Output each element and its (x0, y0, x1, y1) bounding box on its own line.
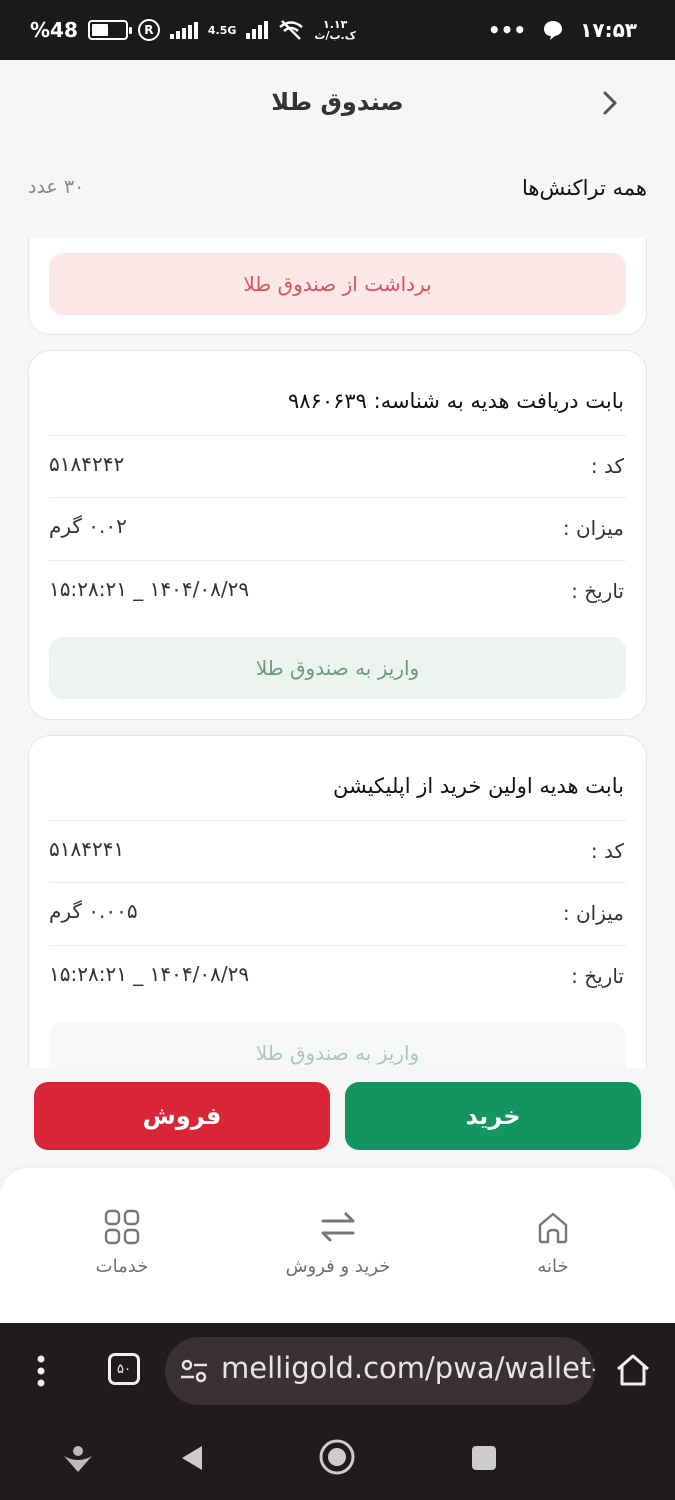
url-text: melligold.com/pwa/wallet- (221, 1351, 595, 1385)
signal-icon (169, 21, 198, 39)
bottom-navigation: خانه خرید و فروش خدمات (0, 1168, 675, 1323)
home-icon (538, 1212, 568, 1244)
swap-arrows-icon (321, 1212, 355, 1242)
battery-icon (87, 20, 132, 40)
code-label: کد : (590, 454, 624, 478)
amount-value: ۰.۰۲ گرم (49, 514, 127, 538)
nav-services-label: خدمات (95, 1256, 149, 1277)
amount-value: ۰.۰۰۵ گرم (49, 899, 138, 923)
code-value: ۵۱۸۴۲۴۲ (49, 452, 125, 476)
nav-trade-label: خرید و فروش (285, 1256, 391, 1277)
amount-label: میزان : (562, 901, 624, 925)
transaction-card: برداشت از صندوق طلا (28, 238, 647, 335)
transactions-count: ۳۰ عدد (28, 176, 85, 198)
amount-row: میزان : ۰.۰۰۵ گرم (49, 882, 626, 944)
code-row: کد : ۵۱۸۴۲۴۱ (49, 820, 626, 882)
date-label: تاریخ : (571, 964, 624, 988)
code-label: کد : (590, 839, 624, 863)
withdraw-button[interactable]: برداشت از صندوق طلا (49, 253, 626, 315)
tab-count: ۵۰ (117, 1361, 131, 1377)
signal-icon-2 (246, 21, 269, 39)
code-value: ۵۱۸۴۲۴۱ (49, 837, 125, 861)
status-left: %48 R 4.5G ۱.۱۳ ک.ب/ث (30, 18, 356, 42)
assistant-icon[interactable] (62, 1442, 94, 1474)
buy-button[interactable]: خرید (345, 1082, 641, 1150)
deposit-button[interactable]: واریز به صندوق طلا (49, 1022, 626, 1068)
transaction-card: بابت هدیه اولین خرید از اپلیکیشن کد : ۵۱… (28, 735, 647, 1068)
tab-switcher-button[interactable]: ۵۰ (108, 1353, 140, 1385)
date-label: تاریخ : (571, 579, 624, 603)
deposit-button[interactable]: واریز به صندوق طلا (49, 637, 626, 699)
address-bar[interactable]: melligold.com/pwa/wallet- (165, 1337, 595, 1405)
date-value: ۱۴۰۴/۰۸/۲۹ _ ۱۵:۲۸:۲۱ (49, 577, 250, 601)
app-header: صندوق طلا (0, 60, 675, 148)
transactions-list[interactable]: برداشت از صندوق طلا بابت دریافت هدیه به … (0, 238, 675, 1068)
home-page-icon[interactable] (614, 1351, 652, 1389)
chat-bubble-icon (544, 21, 563, 40)
status-right: ••• ۱۷:۵۳ (488, 18, 637, 42)
site-settings-icon[interactable] (179, 1357, 209, 1385)
amount-label: میزان : (562, 516, 624, 540)
network-type: 4.5G (207, 23, 237, 37)
status-bar: %48 R 4.5G ۱.۱۳ ک.ب/ث ••• ۱۷:۵۳ (0, 0, 675, 60)
wifi-off-icon (279, 20, 304, 40)
transaction-title: بابت دریافت هدیه به شناسه: ۹۸۶۰۶۳۹ (287, 389, 624, 413)
date-row: تاریخ : ۱۴۰۴/۰۸/۲۹ _ ۱۵:۲۸:۲۱ (49, 945, 626, 1007)
home-circle-icon[interactable] (318, 1438, 356, 1476)
date-value: ۱۴۰۴/۰۸/۲۹ _ ۱۵:۲۸:۲۱ (49, 962, 250, 986)
system-navigation (0, 1418, 675, 1500)
clock: ۱۷:۵۳ (580, 18, 637, 42)
page-title: صندوق طلا (271, 88, 404, 116)
transaction-title: بابت هدیه اولین خرید از اپلیکیشن (332, 774, 624, 798)
amount-row: میزان : ۰.۰۲ گرم (49, 497, 626, 559)
date-row: تاریخ : ۱۴۰۴/۰۸/۲۹ _ ۱۵:۲۸:۲۱ (49, 560, 626, 622)
code-row: کد : ۵۱۸۴۲۴۲ (49, 435, 626, 497)
browser-toolbar: ۵۰ melligold.com/pwa/wallet- (0, 1323, 675, 1418)
battery-percent: %48 (30, 18, 78, 42)
transaction-card: بابت دریافت هدیه به شناسه: ۹۸۶۰۶۳۹ کد : … (28, 350, 647, 720)
transactions-header: همه تراکنش‌ها ۳۰ عدد (28, 170, 647, 210)
menu-dots-icon[interactable] (30, 1353, 52, 1389)
nav-services[interactable]: خدمات (47, 1208, 197, 1277)
nav-trade[interactable]: خرید و فروش (263, 1208, 413, 1277)
nav-home-label: خانه (537, 1256, 569, 1277)
more-notifications-icon: ••• (487, 18, 527, 42)
back-triangle-icon[interactable] (178, 1442, 206, 1474)
back-button[interactable] (595, 88, 625, 118)
net-speed: ۱.۱۳ ک.ب/ث (314, 18, 356, 42)
sell-button[interactable]: فروش (34, 1082, 330, 1150)
chevron-right-icon (603, 91, 617, 115)
registered-icon: R (137, 19, 160, 41)
transactions-title: همه تراکنش‌ها (522, 176, 647, 200)
nav-home[interactable]: خانه (478, 1208, 628, 1277)
recents-square-icon[interactable] (470, 1444, 498, 1472)
grid-icon (104, 1209, 140, 1245)
